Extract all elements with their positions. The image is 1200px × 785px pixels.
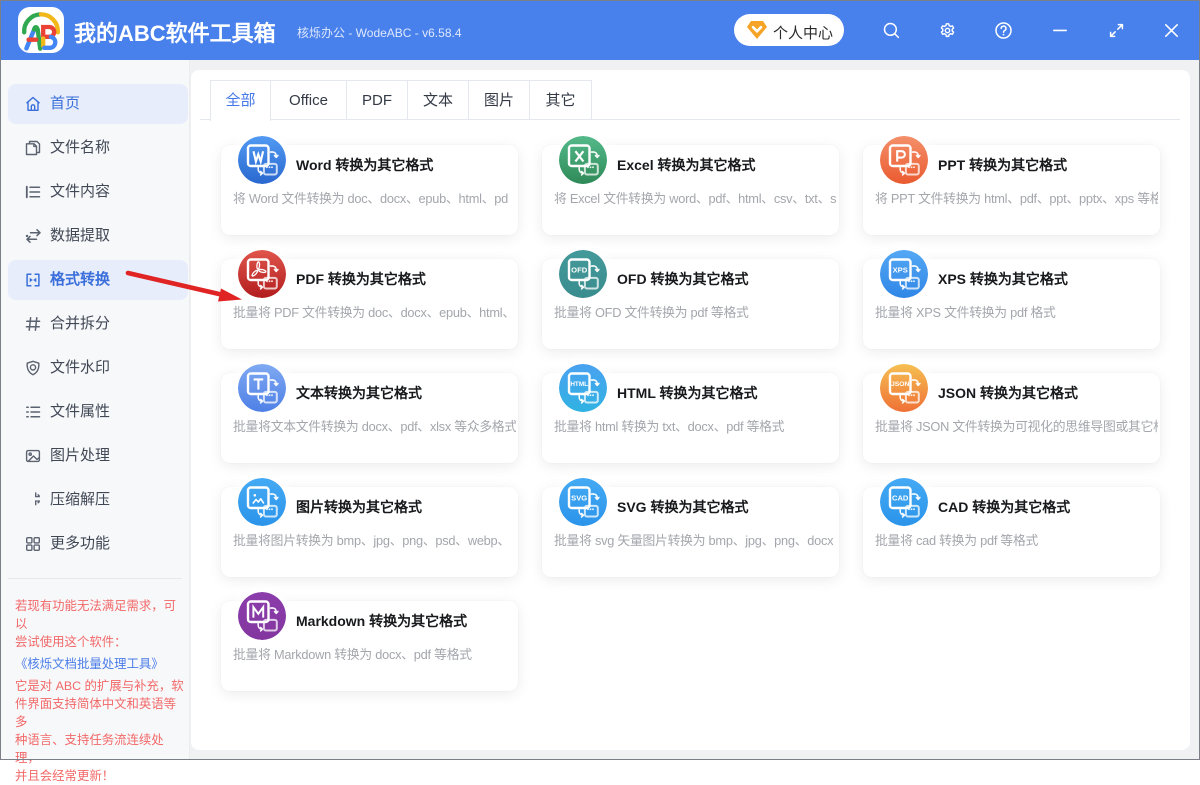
svg-text:JSON: JSON bbox=[891, 381, 910, 388]
svg-text:XPS: XPS bbox=[893, 265, 908, 274]
svg-text:SVG: SVG bbox=[571, 493, 587, 502]
svg-text:CAD: CAD bbox=[892, 493, 909, 502]
svg-text:HTML: HTML bbox=[570, 381, 588, 388]
svg-text:OFD: OFD bbox=[571, 265, 588, 274]
